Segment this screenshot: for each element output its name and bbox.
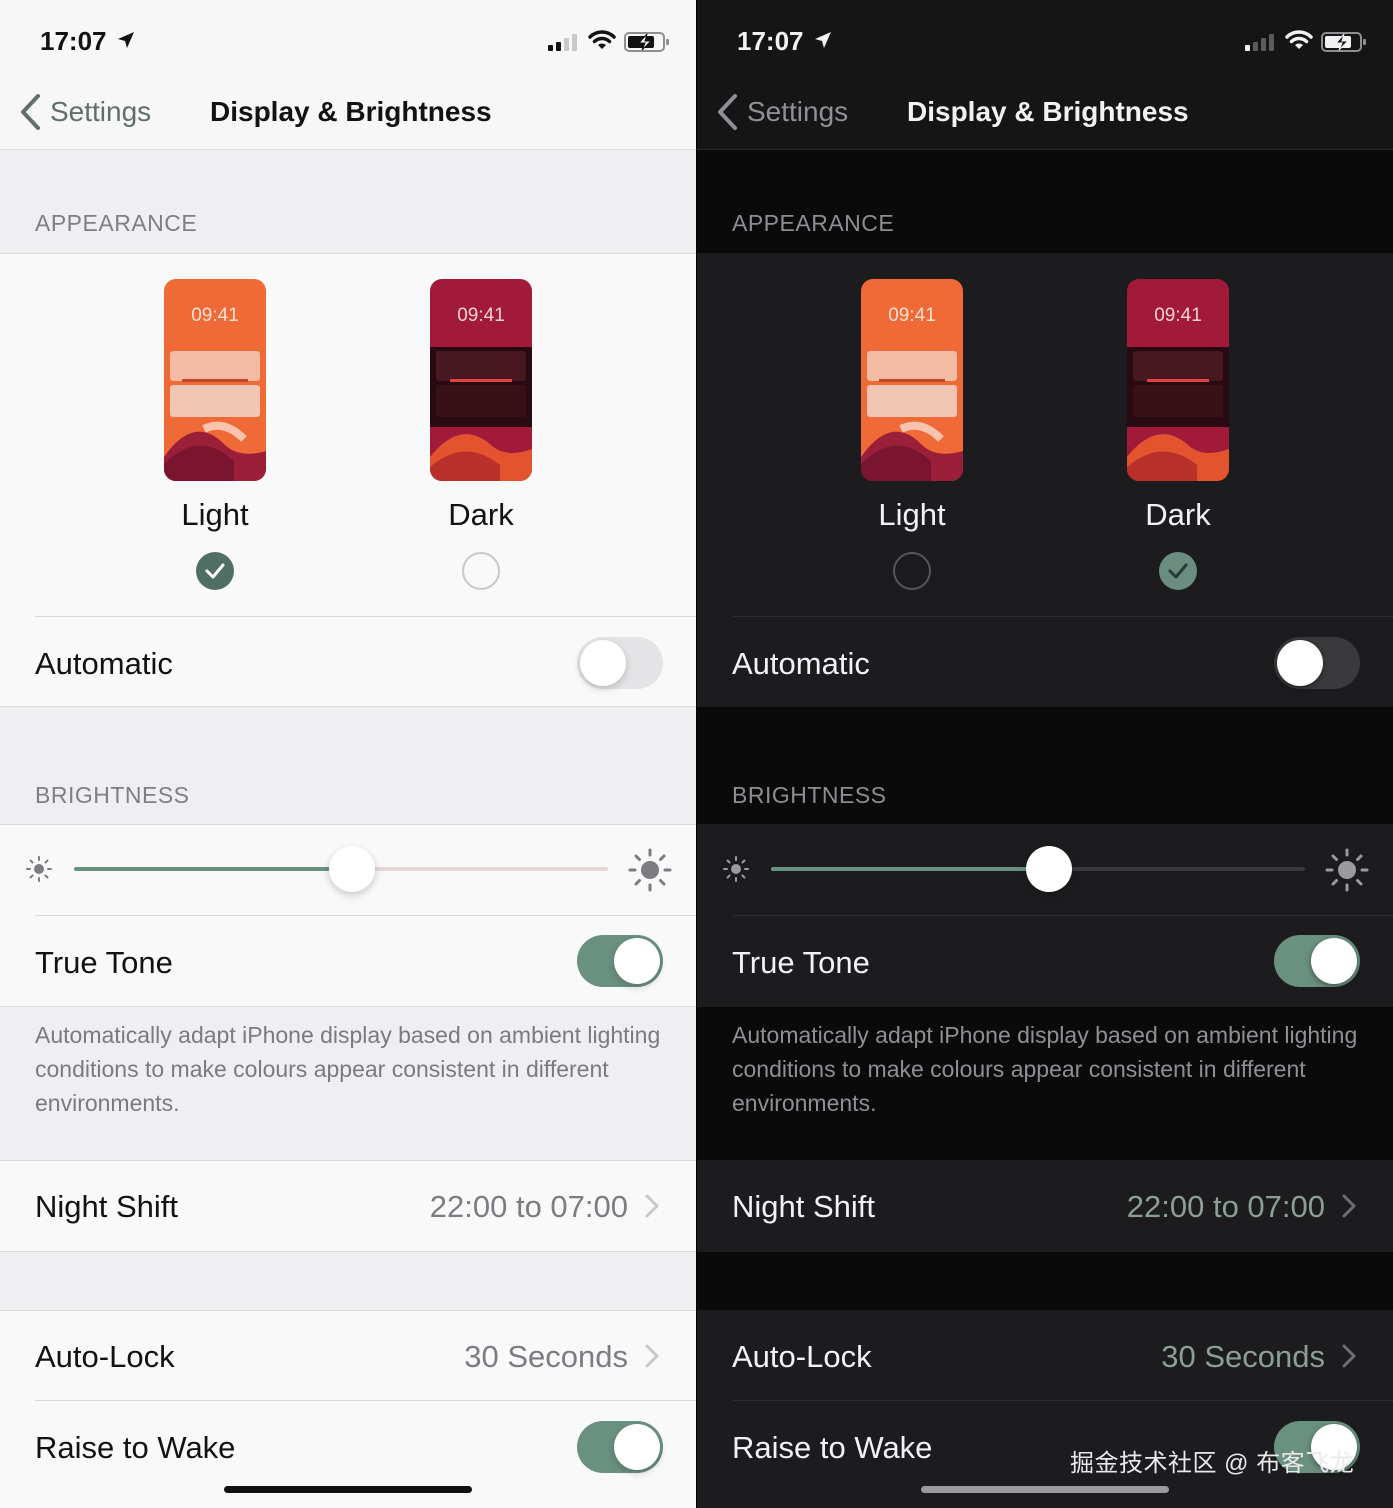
night-shift-value: 22:00 to 07:00 <box>1126 1189 1325 1224</box>
automatic-toggle[interactable] <box>1274 637 1360 689</box>
checkmark-icon <box>205 563 225 579</box>
back-label: Settings <box>50 96 152 127</box>
status-time: 17:07 <box>737 26 804 56</box>
sun-small-icon <box>723 856 749 882</box>
light-mode-screen: 17:07 Settings Display & Brightness APPE… <box>0 0 696 1508</box>
true-tone-label: True Tone <box>35 945 173 980</box>
appearance-header: APPEARANCE <box>732 210 895 236</box>
true-tone-toggle[interactable] <box>577 935 663 987</box>
light-radio-selected[interactable] <box>196 552 234 590</box>
night-shift-label: Night Shift <box>732 1189 876 1224</box>
auto-lock-row[interactable]: Auto-Lock 30 Seconds <box>697 1310 1393 1400</box>
night-shift-row[interactable]: Night Shift 22:00 to 07:00 <box>0 1160 696 1252</box>
home-indicator <box>224 1486 472 1493</box>
signal-icon <box>1245 34 1274 51</box>
auto-lock-row[interactable]: Auto-Lock 30 Seconds <box>0 1310 696 1400</box>
status-bar: 17:07 <box>697 0 1393 72</box>
lock-section: Auto-Lock 30 Seconds Raise to Wake <box>0 1310 696 1508</box>
back-button[interactable]: Settings <box>18 92 151 132</box>
true-tone-label: True Tone <box>732 945 870 980</box>
preview-time: 09:41 <box>888 305 936 326</box>
chevron-right-icon <box>1342 1194 1356 1218</box>
brightness-slider-knob[interactable] <box>328 846 375 892</box>
page-title: Display & Brightness <box>210 96 492 127</box>
sun-large-icon <box>628 848 672 892</box>
preview-time: 09:41 <box>191 305 239 326</box>
automatic-label: Automatic <box>732 646 870 681</box>
true-tone-footer: Automatically adapt iPhone display based… <box>732 1022 1358 1116</box>
light-mode-preview[interactable]: 09:41 <box>164 279 266 481</box>
status-time: 17:07 <box>40 26 107 56</box>
lock-section: Auto-Lock 30 Seconds Raise to Wake <box>697 1310 1393 1508</box>
back-label: Settings <box>747 96 849 127</box>
home-indicator <box>921 1486 1169 1493</box>
back-button[interactable]: Settings <box>715 92 848 132</box>
chevron-left-icon <box>718 94 737 130</box>
automatic-label: Automatic <box>35 646 173 681</box>
battery-charging-icon <box>1321 32 1366 52</box>
page-title: Display & Brightness <box>907 96 1189 127</box>
brightness-fill <box>771 867 1049 871</box>
dark-label: Dark <box>1145 497 1211 532</box>
sun-large-icon <box>1325 848 1369 892</box>
dark-mode-preview[interactable]: 09:41 <box>1127 279 1229 481</box>
wifi-icon <box>588 30 616 49</box>
appearance-section: 09:41 09:41 Light Dark Automatic <box>0 253 696 707</box>
brightness-slider-knob[interactable] <box>1025 846 1072 892</box>
light-label: Light <box>878 497 946 532</box>
preview-time: 09:41 <box>457 305 505 326</box>
auto-lock-value: 30 Seconds <box>464 1339 628 1374</box>
chevron-left-icon <box>21 94 40 130</box>
navigation-bar: Settings Display & Brightness <box>0 72 696 150</box>
raise-to-wake-label: Raise to Wake <box>35 1430 236 1465</box>
dark-mode-screen: 17:07 Settings Display & Brightness APPE… <box>697 0 1393 1508</box>
battery-charging-icon <box>624 32 669 52</box>
raise-to-wake-label: Raise to Wake <box>732 1430 933 1465</box>
auto-lock-label: Auto-Lock <box>35 1339 175 1374</box>
dark-mode-preview[interactable]: 09:41 <box>430 279 532 481</box>
preview-time: 09:41 <box>1154 305 1202 326</box>
auto-lock-value: 30 Seconds <box>1161 1339 1325 1374</box>
location-arrow-icon <box>815 32 831 48</box>
location-arrow-icon <box>118 32 134 48</box>
night-shift-value: 22:00 to 07:00 <box>429 1189 628 1224</box>
chevron-right-icon <box>645 1344 659 1368</box>
dark-label: Dark <box>448 497 514 532</box>
sun-small-icon <box>26 856 52 882</box>
light-mode-preview[interactable]: 09:41 <box>861 279 963 481</box>
brightness-section: True Tone <box>697 824 1393 1007</box>
light-label: Light <box>181 497 249 532</box>
watermark-text: 掘金技术社区 @ 布客飞龙 <box>1070 1450 1355 1477</box>
brightness-header: BRIGHTNESS <box>732 782 887 808</box>
wifi-icon <box>1285 30 1313 49</box>
automatic-toggle[interactable] <box>577 637 663 689</box>
status-bar: 17:07 <box>0 0 696 72</box>
true-tone-toggle[interactable] <box>1274 935 1360 987</box>
brightness-section: True Tone <box>0 824 696 1007</box>
chevron-right-icon <box>645 1194 659 1218</box>
dark-radio-selected[interactable] <box>1159 552 1197 590</box>
appearance-section: 09:41 09:41 Light Dark Automatic <box>697 253 1393 707</box>
brightness-fill <box>74 867 352 871</box>
brightness-header: BRIGHTNESS <box>35 782 190 808</box>
checkmark-icon <box>1168 563 1188 579</box>
navigation-bar: Settings Display & Brightness <box>697 72 1393 150</box>
dark-radio[interactable] <box>462 552 500 590</box>
night-shift-label: Night Shift <box>35 1189 179 1224</box>
light-radio[interactable] <box>893 552 931 590</box>
night-shift-row[interactable]: Night Shift 22:00 to 07:00 <box>697 1160 1393 1252</box>
raise-to-wake-toggle[interactable] <box>577 1421 663 1473</box>
chevron-right-icon <box>1342 1344 1356 1368</box>
appearance-header: APPEARANCE <box>35 210 198 236</box>
auto-lock-label: Auto-Lock <box>732 1339 872 1374</box>
signal-icon <box>548 34 577 51</box>
true-tone-footer: Automatically adapt iPhone display based… <box>35 1022 661 1116</box>
